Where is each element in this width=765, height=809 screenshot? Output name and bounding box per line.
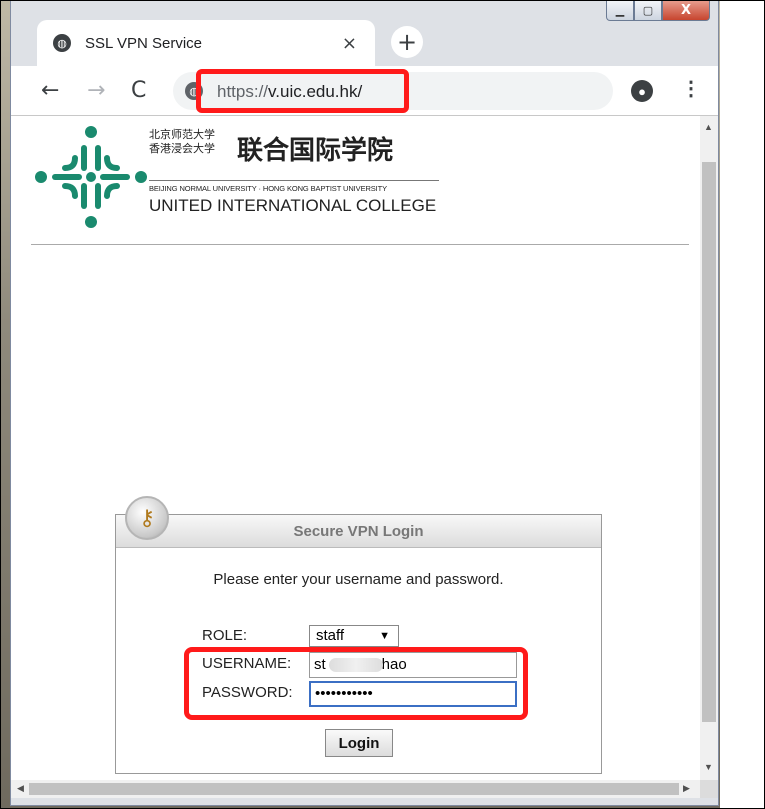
profile-icon[interactable]: ● — [631, 80, 653, 102]
logo-en-name: UNITED INTERNATIONAL COLLEGE — [149, 196, 437, 215]
browser-tab[interactable]: ◍ SSL VPN Service × — [37, 20, 375, 66]
horizontal-scrollbar[interactable]: ◀ ▶ — [11, 780, 700, 798]
scroll-left-icon[interactable]: ◀ — [17, 783, 24, 794]
keys-icon: ⚷ — [125, 496, 169, 540]
close-window-button[interactable]: X — [662, 0, 710, 21]
login-title: Secure VPN Login — [116, 515, 601, 548]
login-panel: Secure VPN Login Please enter your usern… — [115, 514, 602, 774]
url-highlight-box — [196, 69, 409, 113]
logo-wordmark: 北京师范大学 香港浸会大学 联合国际学院 BEIJING NORMAL UNIV… — [149, 128, 439, 215]
reload-button[interactable]: C — [131, 78, 146, 103]
role-label: ROLE: — [202, 627, 248, 644]
vertical-scrollbar[interactable]: ▲ ▼ — [700, 116, 718, 780]
scroll-up-icon[interactable]: ▲ — [704, 122, 713, 132]
new-tab-button[interactable]: + — [391, 26, 423, 58]
uic-logo-icon — [35, 126, 147, 228]
scrollbar-corner — [700, 780, 718, 798]
dropdown-arrow-icon: ▼ — [379, 630, 390, 642]
logo-cn-line1: 北京师范大学 — [149, 129, 215, 141]
globe-icon: ◍ — [53, 34, 71, 52]
role-select[interactable]: staff ▼ — [309, 625, 399, 647]
menu-icon[interactable]: ⋮ — [681, 76, 701, 101]
scroll-right-icon[interactable]: ▶ — [683, 783, 690, 794]
site-header: 北京师范大学 香港浸会大学 联合国际学院 BEIJING NORMAL UNIV… — [31, 116, 689, 245]
logo-divider — [149, 180, 439, 181]
role-value: staff — [316, 627, 345, 644]
tab-title: SSL VPN Service — [85, 34, 202, 52]
desktop-margin — [720, 0, 765, 809]
minimize-button[interactable]: ▁ — [606, 0, 634, 21]
tab-close-icon[interactable]: × — [342, 33, 357, 54]
scroll-down-icon[interactable]: ▼ — [704, 762, 713, 772]
logo-en-subtitle: BEIJING NORMAL UNIVERSITY · HONG KONG BA… — [149, 184, 388, 193]
login-button[interactable]: Login — [325, 729, 393, 757]
logo-cn-name: 联合国际学院 — [237, 135, 394, 165]
horizontal-scroll-thumb[interactable] — [29, 783, 679, 795]
window-controls: ▁ ▢ X — [606, 0, 710, 22]
logo-cn-line2: 香港浸会大学 — [149, 143, 215, 155]
forward-button[interactable]: → — [87, 78, 105, 103]
login-instruction: Please enter your username and password. — [213, 571, 504, 588]
vertical-scroll-thumb[interactable] — [702, 162, 716, 722]
maximize-button[interactable]: ▢ — [634, 0, 662, 21]
back-button[interactable]: ← — [41, 78, 59, 103]
credentials-highlight-box — [184, 647, 528, 720]
